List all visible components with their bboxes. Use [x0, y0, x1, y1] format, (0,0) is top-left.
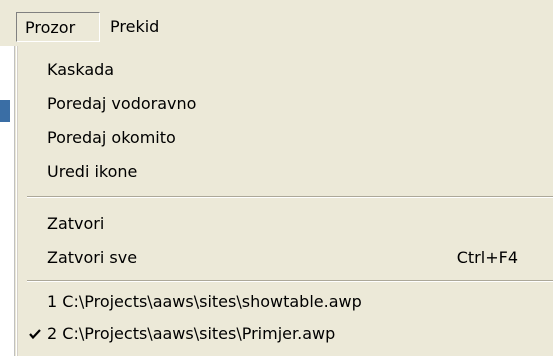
menu-prozor[interactable]: Prozor — [16, 12, 100, 42]
menu-item-uredi-ikone[interactable]: Uredi ikone — [17, 156, 553, 188]
menu-separator — [27, 196, 553, 198]
menu-item-zatvori[interactable]: Zatvori — [17, 208, 553, 240]
menu-item-window-1[interactable]: 1 C:\Projects\aaws\sites\showtable.awp — [17, 286, 553, 318]
background-window-highlight — [0, 100, 10, 122]
menu-bar: Prozor Prekid — [0, 0, 553, 46]
menu-item-label: Zatvori sve — [47, 248, 138, 267]
check-icon — [27, 318, 43, 350]
menu-separator — [27, 280, 553, 282]
menu-item-label: Zatvori — [47, 214, 105, 233]
menu-item-label: 2 C:\Projects\aaws\sites\Primjer.awp — [47, 324, 336, 343]
menu-prekid[interactable]: Prekid — [104, 12, 165, 42]
menu-item-label: Uredi ikone — [47, 162, 138, 181]
menu-item-label: Poredaj okomito — [47, 128, 176, 147]
menu-item-zatvori-sve[interactable]: Zatvori sve Ctrl+F4 — [17, 242, 553, 274]
menu-item-label: Poredaj vodoravno — [47, 94, 197, 113]
menu-item-label: 1 C:\Projects\aaws\sites\showtable.awp — [47, 292, 362, 311]
menu-item-kaskada[interactable]: Kaskada — [17, 54, 553, 86]
background-window-edge — [0, 46, 15, 356]
menu-item-label: Kaskada — [47, 60, 115, 79]
menu-item-window-2[interactable]: 2 C:\Projects\aaws\sites\Primjer.awp — [17, 318, 553, 350]
menu-item-shortcut: Ctrl+F4 — [456, 248, 518, 267]
application-window: Prozor Prekid Kaskada Poredaj vodoravno … — [0, 0, 553, 356]
prozor-dropdown-menu: Kaskada Poredaj vodoravno Poredaj okomit… — [16, 46, 553, 356]
menu-item-poredaj-vodoravno[interactable]: Poredaj vodoravno — [17, 88, 553, 120]
menu-item-poredaj-okomito[interactable]: Poredaj okomito — [17, 122, 553, 154]
